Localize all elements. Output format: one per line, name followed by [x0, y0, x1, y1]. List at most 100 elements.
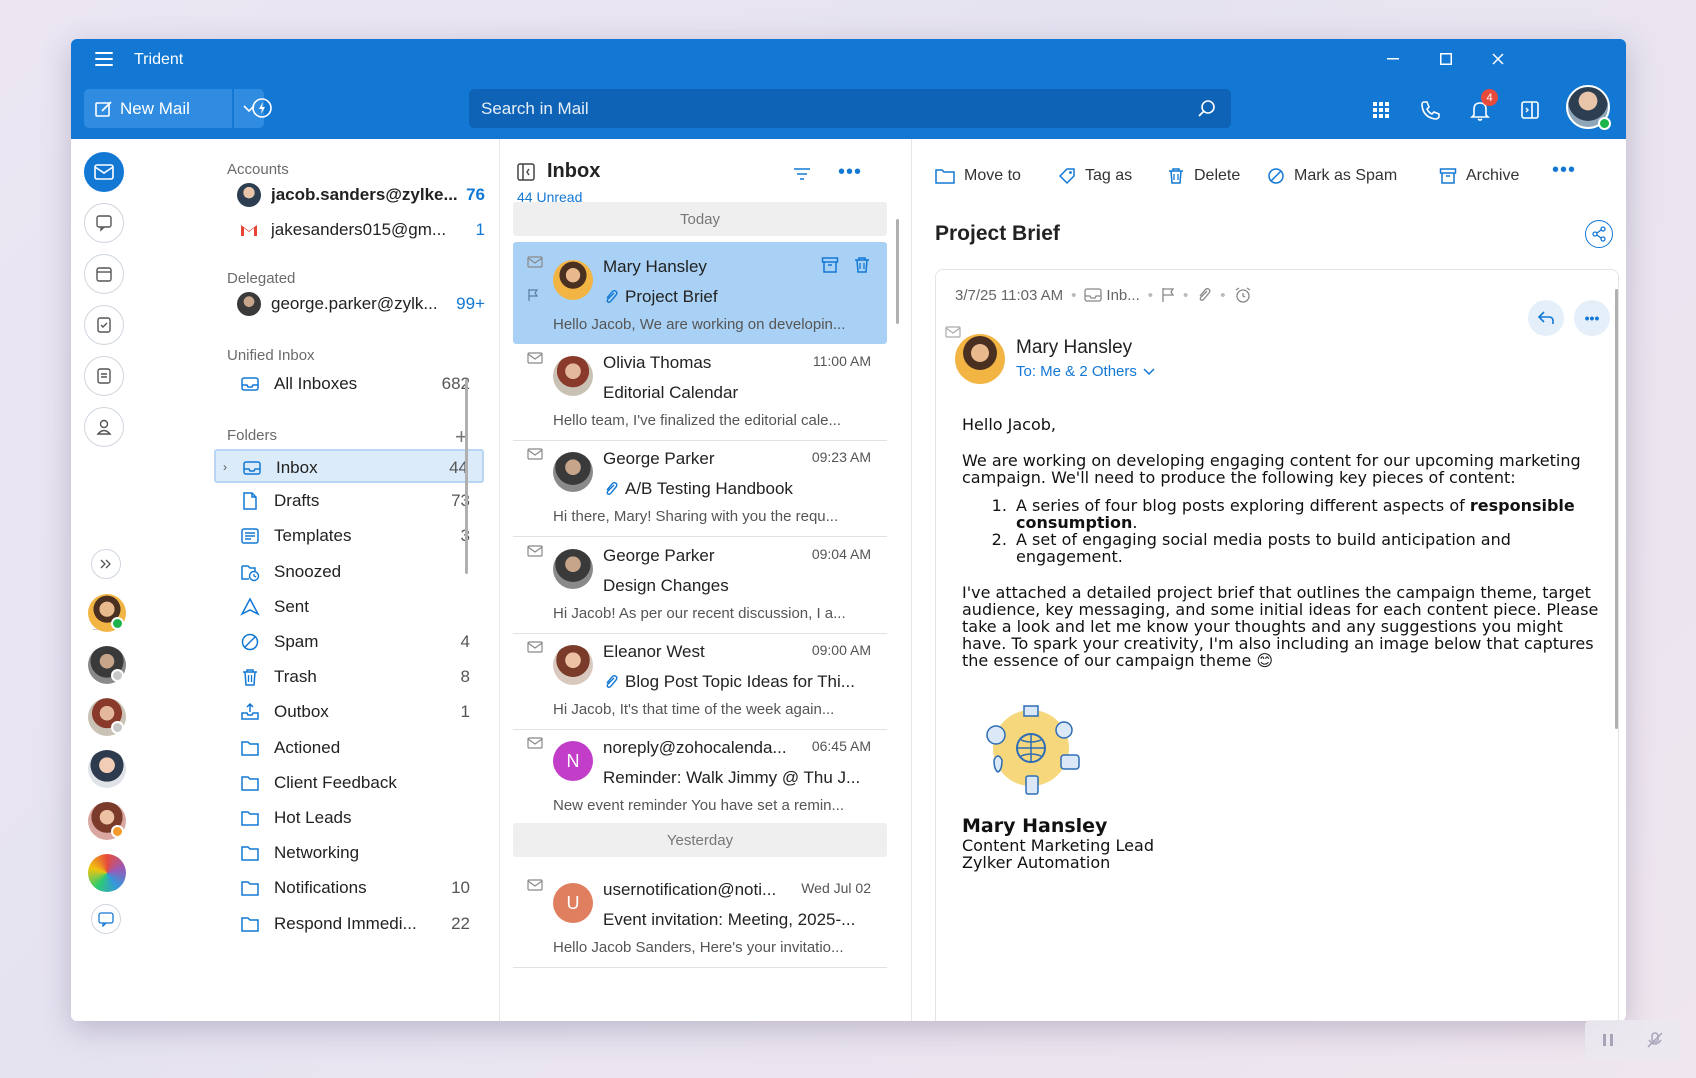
contact-avatar[interactable] [88, 750, 126, 788]
attachment-icon[interactable] [1196, 287, 1212, 303]
collapse-pane-icon[interactable] [516, 162, 536, 182]
chevron-right-icon[interactable]: › [223, 460, 227, 474]
sender-name[interactable]: Mary Hansley [1016, 337, 1132, 359]
folder-item-trash[interactable]: Trash 8 [214, 660, 484, 694]
sender-avatar[interactable] [955, 334, 1005, 384]
folder-item-sent[interactable]: Sent [214, 590, 484, 624]
expand-rail-button[interactable] [91, 549, 121, 579]
rail-calendar-button[interactable] [84, 254, 124, 294]
archive-button[interactable]: Archive [1439, 163, 1519, 189]
email-folder[interactable]: Inb... [1106, 287, 1139, 304]
close-icon[interactable] [1481, 47, 1515, 71]
flag-icon[interactable] [1161, 287, 1175, 303]
search-bar [469, 89, 1231, 128]
folder-item-client-feedback[interactable]: Client Feedback [214, 766, 484, 800]
message-subject: Project Brief [603, 287, 718, 307]
folder-item-outbox[interactable]: Outbox 1 [214, 695, 484, 729]
new-mail-button[interactable]: New Mail [84, 89, 232, 128]
delete-button[interactable]: Delete [1167, 163, 1240, 189]
move-to-button[interactable]: Move to [935, 163, 1021, 189]
quick-actions-icon[interactable] [251, 97, 273, 124]
envelope-icon[interactable] [527, 641, 543, 653]
phone-icon[interactable] [1417, 97, 1443, 123]
folder-item-notifications[interactable]: Notifications 10 [214, 871, 484, 905]
email-more-button[interactable]: ••• [1574, 300, 1610, 336]
reply-button[interactable] [1528, 300, 1564, 336]
reading-more-icon[interactable]: ••• [1552, 159, 1576, 182]
message-row[interactable]: Mary Hansley Project Brief Hello Jacob, We… [513, 242, 887, 344]
campaign-theme-image [986, 705, 1080, 795]
app-rail [71, 139, 137, 1021]
archive-icon[interactable] [821, 256, 839, 274]
flag-icon[interactable] [527, 288, 539, 302]
rail-chat-button[interactable] [84, 203, 124, 243]
mark-spam-button[interactable]: Mark as Spam [1267, 163, 1397, 189]
hamburger-menu-icon[interactable] [95, 52, 113, 66]
message-sender: George Parker [603, 545, 715, 565]
folder-icon [241, 811, 259, 826]
envelope-icon[interactable] [527, 352, 543, 364]
rail-contacts-button[interactable] [84, 407, 124, 447]
folder-item-drafts[interactable]: Drafts 73 [214, 484, 484, 518]
envelope-icon[interactable] [527, 879, 543, 891]
busy-status-dot [111, 825, 124, 838]
message-preview: New event reminder You have set a remin.… [553, 797, 844, 814]
list-scrollbar[interactable] [896, 219, 899, 324]
folder-item-actioned[interactable]: Actioned [214, 731, 484, 765]
message-row[interactable]: Eleanor West 09:00 AM Blog Post Topic Idea… [513, 627, 887, 730]
attachment-icon [606, 289, 618, 304]
all-inboxes-item[interactable]: All Inboxes 682 [214, 367, 484, 401]
new-mail-label: New Mail [120, 98, 190, 118]
folder-item-spam[interactable]: Spam 4 [214, 625, 484, 659]
delegated-account-item[interactable]: george.parker@zylk... 99+ [237, 289, 485, 319]
folder-item-inbox[interactable]: › Inbox 44 [214, 449, 484, 483]
account-item[interactable]: jakesanders015@gm... 1 [237, 215, 485, 245]
pause-icon[interactable] [1601, 1033, 1615, 1047]
envelope-icon[interactable] [527, 544, 543, 557]
sender-avatar [553, 452, 593, 493]
message-row[interactable]: George Parker 09:23 AM A/B Testing Handboo… [513, 434, 887, 538]
account-avatar [237, 292, 261, 316]
search-input[interactable] [481, 89, 1181, 128]
folder-icon [241, 740, 259, 756]
search-icon[interactable] [1197, 99, 1217, 119]
message-row[interactable]: Olivia Thomas 11:00 AM Editorial Calendar H… [513, 338, 887, 442]
draft-icon [243, 492, 257, 510]
maximize-icon[interactable] [1429, 47, 1463, 71]
folder-item-respond-immedi[interactable]: Respond Immedi... 22 [214, 907, 484, 941]
rail-notes-button[interactable] [84, 356, 124, 396]
minimize-icon[interactable] [1376, 47, 1410, 71]
message-sender: Mary Hansley [603, 257, 707, 276]
folder-item-snoozed[interactable]: Snoozed [214, 555, 484, 589]
mic-off-icon[interactable] [1646, 1031, 1664, 1049]
list-item: A set of engaging social media posts to … [1012, 531, 1602, 565]
rail-feedback-button[interactable] [91, 904, 121, 934]
folder-item-templates[interactable]: Templates3 [214, 519, 484, 553]
reminder-icon[interactable] [1234, 286, 1252, 304]
share-icon[interactable] [1585, 220, 1613, 248]
rail-mail-button[interactable] [84, 152, 124, 192]
filter-icon[interactable] [793, 167, 811, 181]
archive-label: Archive [1466, 167, 1520, 184]
envelope-icon[interactable] [527, 737, 543, 749]
message-row[interactable]: Nnoreply@zohocalenda... 06:45 AM Reminder:… [513, 723, 887, 826]
apps-grid-icon[interactable] [1368, 97, 1394, 123]
tag-as-button[interactable]: Tag as [1058, 163, 1132, 189]
envelope-icon[interactable] [527, 256, 543, 268]
reading-scrollbar[interactable] [1615, 289, 1618, 729]
envelope-icon[interactable] [527, 448, 543, 460]
message-row[interactable]: George Parker 09:04 AM Design Changes Hi Ja… [513, 531, 887, 634]
account-item[interactable]: jacob.sanders@zylke... 76 [237, 180, 485, 210]
message-row[interactable]: Uusernotification@noti... Wed Jul 02 Event… [513, 865, 887, 968]
recipients[interactable]: To: Me & 2 Others [1016, 363, 1155, 380]
rail-tasks-button[interactable] [84, 305, 124, 345]
trash-icon[interactable] [853, 256, 871, 274]
folders-scrollbar[interactable] [465, 379, 468, 574]
folder-item-networking[interactable]: Networking [214, 836, 484, 870]
panel-toggle-icon[interactable] [1517, 97, 1543, 123]
group-avatar[interactable] [88, 854, 126, 892]
signature-company: Zylker Automation [962, 853, 1111, 872]
list-more-icon[interactable]: ••• [838, 161, 862, 184]
folder-item-hot-leads[interactable]: Hot Leads [214, 801, 484, 835]
sender-avatar: N [553, 741, 593, 781]
